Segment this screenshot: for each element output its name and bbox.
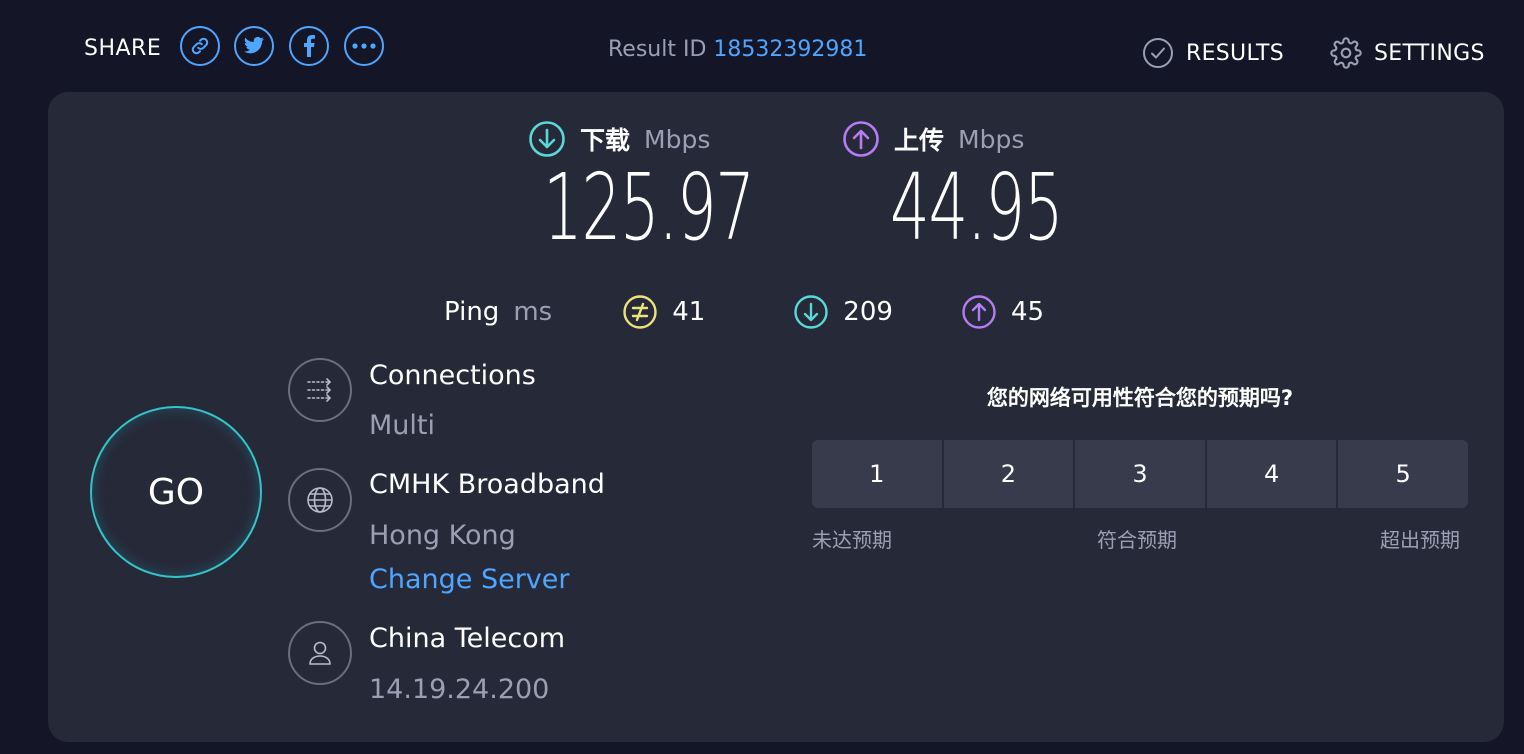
upload-label: 上传 (894, 126, 945, 155)
check-circle-icon (1143, 38, 1173, 68)
scale-high-label: 超出预期 (1380, 528, 1460, 552)
connections-icon (288, 358, 352, 422)
user-icon (288, 621, 352, 685)
ping-upload-value: 45 (1010, 297, 1045, 327)
share-facebook-button[interactable] (289, 26, 329, 66)
share-twitter-button[interactable] (234, 26, 274, 66)
download-header: 下载 Mbps (528, 120, 710, 158)
idle-latency-icon (623, 295, 657, 329)
connections-title: Connections (369, 360, 536, 391)
change-server-link[interactable]: Change Server (369, 564, 570, 595)
link-icon (191, 37, 209, 55)
results-button[interactable]: RESULTS (1142, 37, 1284, 69)
rating-button-5[interactable]: 5 (1338, 440, 1468, 508)
upload-unit: Mbps (958, 124, 1025, 154)
result-id-link[interactable]: 18532392981 (713, 37, 867, 62)
download-arrow-icon (529, 121, 565, 157)
download-unit: Mbps (644, 124, 711, 154)
rating-button-2[interactable]: 2 (943, 440, 1074, 508)
share-link-button[interactable] (180, 26, 220, 66)
scale-mid-label: 符合预期 (1097, 528, 1177, 552)
rating-scale: 1 2 3 4 5 (812, 440, 1468, 508)
result-card (48, 92, 1504, 742)
download-speed-value: 125.97 (543, 154, 755, 261)
rating-button-4[interactable]: 4 (1206, 440, 1337, 508)
upload-arrow-icon (843, 121, 879, 157)
go-button[interactable]: GO (90, 406, 262, 578)
scale-low-label: 未达预期 (812, 528, 892, 552)
ping-download: 209 (793, 294, 893, 330)
result-id: Result ID 18532392981 (608, 37, 867, 62)
ping-row: Ping ms 41 209 45 (444, 294, 1044, 330)
rating-button-3[interactable]: 3 (1075, 440, 1205, 508)
results-label: RESULTS (1186, 40, 1284, 66)
rating-button-1[interactable]: 1 (812, 440, 942, 508)
download-latency-icon (794, 295, 828, 329)
facebook-icon (304, 35, 315, 57)
more-icon (352, 43, 376, 49)
server-name: CMHK Broadband (369, 469, 605, 500)
upload-latency-icon (962, 295, 996, 329)
ping-upload: 45 (961, 294, 1044, 330)
isp-name: China Telecom (369, 623, 566, 654)
ping-idle: 41 (622, 294, 705, 330)
connections-value: Multi (369, 410, 435, 441)
ping-download-value: 209 (843, 297, 893, 327)
ping-unit: ms (513, 297, 553, 327)
share-label: SHARE (84, 36, 162, 61)
gear-icon (1330, 37, 1362, 69)
twitter-icon (243, 36, 265, 54)
isp-ip: 14.19.24.200 (369, 674, 550, 705)
upload-header: 上传 Mbps (842, 120, 1024, 158)
settings-label: SETTINGS (1374, 40, 1485, 66)
share-more-button[interactable] (344, 26, 384, 66)
result-id-label: Result ID (608, 37, 707, 62)
ping-idle-value: 41 (672, 297, 706, 327)
server-location: Hong Kong (369, 520, 516, 551)
download-label: 下载 (580, 126, 631, 155)
upload-speed-value: 44.95 (890, 154, 1064, 261)
ping-label: Ping (444, 297, 500, 327)
globe-icon (288, 468, 352, 532)
survey-question: 您的网络可用性符合您的预期吗? (986, 386, 1294, 410)
settings-button[interactable]: SETTINGS (1330, 37, 1485, 69)
